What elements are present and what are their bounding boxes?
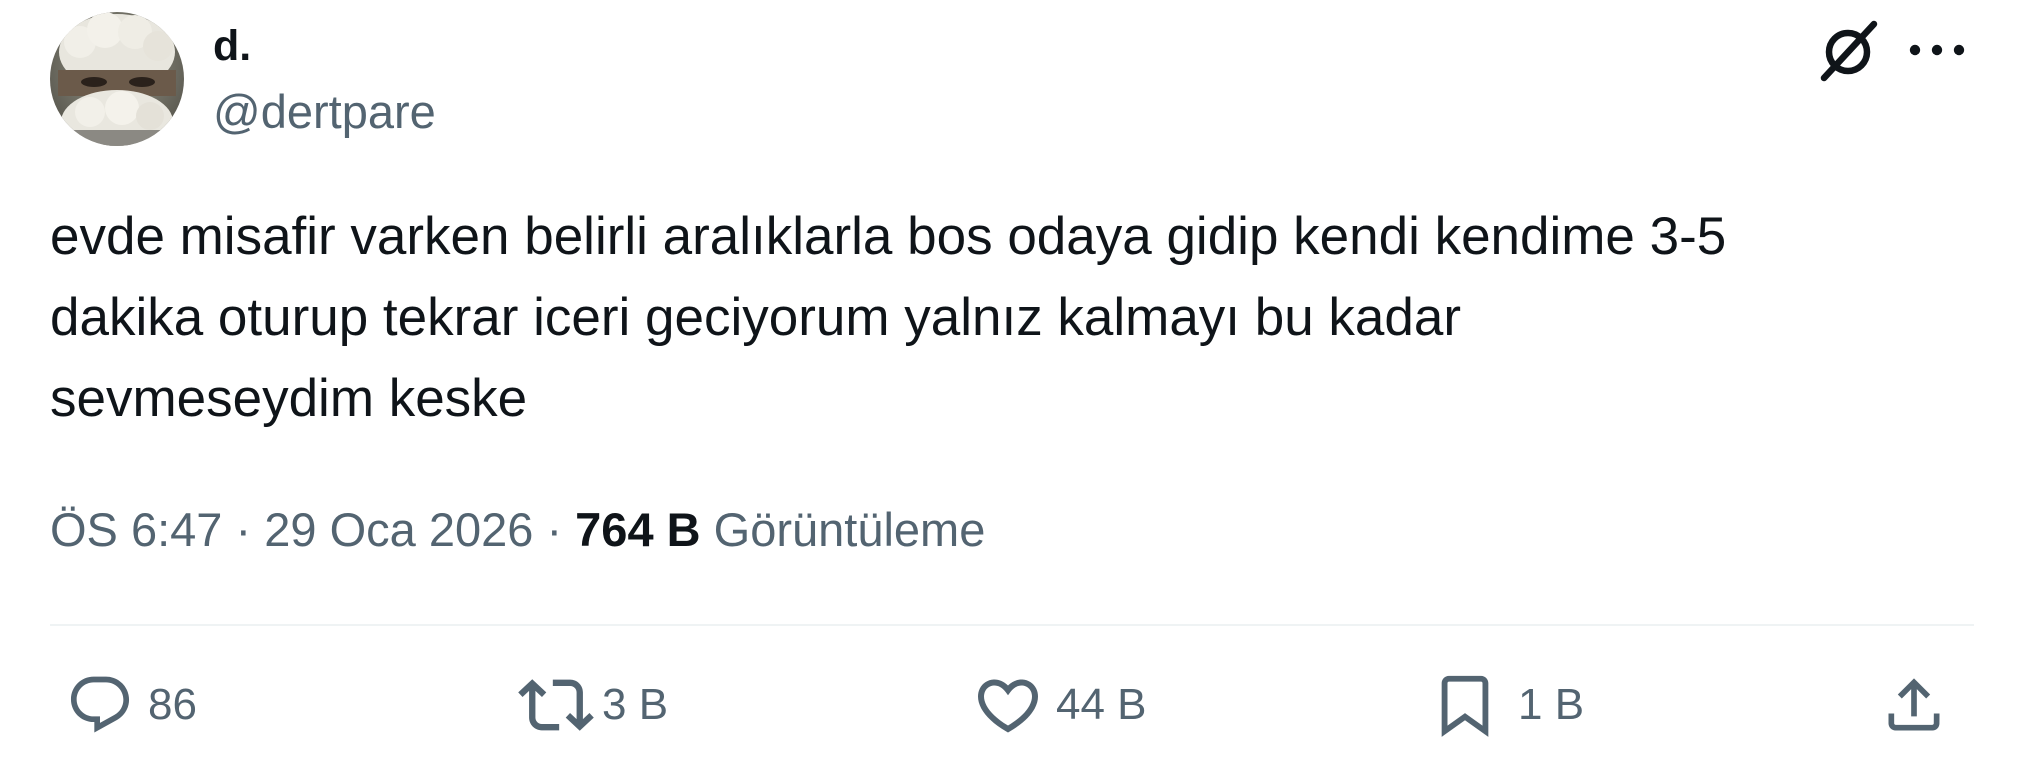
- grok-icon[interactable]: [1812, 14, 1884, 86]
- tweet-text: evde misafir varken belirli aralıklarla …: [50, 207, 1727, 428]
- tweet-time[interactable]: ÖS 6:47: [50, 503, 222, 556]
- like-count: 44 B: [1056, 680, 1147, 729]
- author-handle[interactable]: @dertpare: [213, 84, 436, 140]
- tweet-card: d. @dertpare evde misafir varken belirli…: [0, 0, 2028, 768]
- reply-icon: [70, 676, 130, 733]
- reply-count: 86: [148, 680, 197, 729]
- more-options-icon[interactable]: [1902, 20, 1972, 80]
- bookmark-icon: [1441, 675, 1489, 737]
- share-icon: [1888, 678, 1940, 731]
- views-count[interactable]: 764 B: [575, 503, 700, 556]
- like-button[interactable]: 44 B: [972, 660, 1147, 750]
- like-icon: [977, 679, 1039, 733]
- tweet-meta: ÖS 6:47 · 29 Oca 2026 · 764 B Görüntülem…: [50, 497, 985, 563]
- divider: [50, 624, 1974, 626]
- bookmark-button[interactable]: 1 B: [1430, 660, 1584, 750]
- retweet-button[interactable]: 3 B: [518, 660, 668, 750]
- author-display-name[interactable]: d.: [213, 18, 251, 74]
- avatar-image: [50, 12, 184, 146]
- share-button[interactable]: [1880, 660, 1948, 750]
- tweet-date[interactable]: 29 Oca 2026: [264, 503, 533, 556]
- retweet-icon: [518, 679, 594, 731]
- retweet-count: 3 B: [602, 680, 669, 729]
- reply-button[interactable]: 86: [66, 660, 197, 750]
- avatar[interactable]: [50, 12, 184, 146]
- meta-separator: ·: [533, 503, 576, 556]
- action-bar: 86 3 B 44 B 1 B: [0, 660, 2028, 750]
- views-label: Görüntüleme: [713, 503, 986, 556]
- meta-separator: ·: [222, 503, 265, 556]
- bookmark-count: 1 B: [1518, 680, 1585, 729]
